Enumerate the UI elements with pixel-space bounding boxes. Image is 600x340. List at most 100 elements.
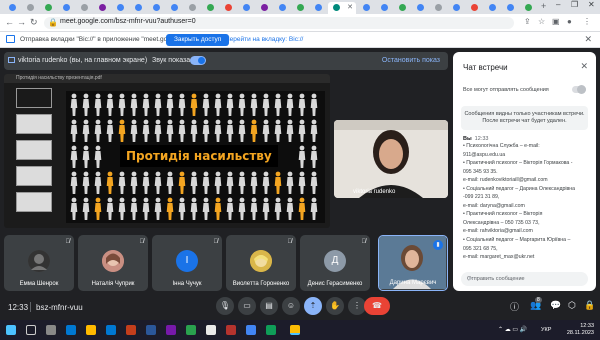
slide-thumbnail[interactable] [16,192,52,212]
participant-tile-speaking[interactable]: ▮ Дарина Марєвич [378,235,448,291]
browser-tab[interactable] [484,2,501,14]
browser-tab[interactable] [358,2,375,14]
back-icon[interactable]: ← [5,17,14,27]
browser-tab[interactable] [76,2,93,14]
extensions-icon[interactable]: ▣ [552,17,560,26]
share-sound-toggle[interactable] [190,56,206,65]
browser-tab[interactable] [40,2,57,14]
participant-tile[interactable]: 🎙̸ Наталія Чуприк [78,235,148,291]
mic-toggle-button[interactable]: 🎙 [216,297,234,315]
raise-hand-button[interactable]: ✋ [326,297,344,315]
browser-menu-icon[interactable]: ⋮ [583,17,591,26]
browser-tab[interactable] [430,2,447,14]
browser-tab[interactable] [112,2,129,14]
app-icon[interactable] [166,325,176,335]
participant-tile[interactable]: 🎙̸ І Інна Чучук [152,235,222,291]
powerpoint-icon[interactable] [126,325,136,335]
slide-thumbnail[interactable] [16,114,52,134]
participant-tile[interactable]: 🎙̸ Д Денис Герасименко [300,235,370,291]
presentation-view[interactable]: Протидія насильству презентація.pdf Прот… [4,74,330,228]
infobar-close-icon[interactable]: ✕ [584,34,592,45]
browser-tab[interactable] [238,2,255,14]
browser-tab[interactable] [220,2,237,14]
app-icon[interactable] [206,325,216,335]
browser-tab[interactable] [202,2,219,14]
leave-call-button[interactable]: ☎ [364,297,390,315]
chrome-icon[interactable] [246,325,256,335]
participant-tile[interactable]: 🎙̸ Емма Шенрок [4,235,74,291]
tab-favicon-icon [417,4,424,11]
forward-icon[interactable]: → [17,17,26,27]
windows-start-icon[interactable] [6,325,16,335]
browser-tab[interactable] [310,2,327,14]
app-icon[interactable] [266,325,276,335]
browser-tab[interactable] [130,2,147,14]
chat-icon[interactable]: 💬 [550,300,561,311]
stop-sharing-button[interactable]: Закрыть доступ [166,34,230,46]
camera-toggle-button[interactable]: ▭ [238,297,256,315]
browser-tab[interactable] [4,2,21,14]
input-language[interactable]: УКР [541,327,551,333]
slide-thumbnail[interactable] [16,88,52,108]
chat-close-icon[interactable]: ✕ [580,61,588,72]
store-icon[interactable] [106,325,116,335]
chat-permission-toggle[interactable] [572,85,586,94]
search-icon[interactable] [26,325,36,335]
send-icon[interactable]: ➤ [467,274,582,283]
participant-tile[interactable]: 🎙̸ Виолетта Гороненко [226,235,296,291]
browser-tab[interactable] [502,2,519,14]
slide-thumbnail[interactable] [16,140,52,160]
slide-thumbnail[interactable] [16,166,52,186]
chrome-active-icon[interactable] [290,325,300,335]
browser-tab[interactable] [274,2,291,14]
activities-icon[interactable]: ⬡ [568,300,576,311]
app-icon[interactable] [186,325,196,335]
minimize-icon[interactable]: – [556,0,560,9]
system-clock[interactable]: 12:33 28.11.2023 [567,323,594,337]
window-close-icon[interactable]: ✕ [588,0,595,9]
browser-tab[interactable] [394,2,411,14]
self-view-person-image [334,120,448,198]
browser-tab[interactable] [22,2,39,14]
maximize-icon[interactable]: ❐ [571,0,578,9]
file-explorer-icon[interactable] [86,325,96,335]
meeting-details-icon[interactable]: ⓘ [510,300,519,313]
task-view-icon[interactable] [46,325,56,335]
browser-tab[interactable] [376,2,393,14]
chat-notice-line: После встречи чат будет удален. [482,118,567,124]
bookmark-star-icon[interactable]: ☆ [538,17,545,26]
browser-tab[interactable] [148,2,165,14]
profile-avatar[interactable]: ● [567,17,572,26]
browser-tab[interactable] [256,2,273,14]
host-controls-icon[interactable]: 🔒 [584,300,595,311]
browser-tab[interactable] [58,2,75,14]
url-input[interactable]: 🔒 meet.google.com/bsz-mfnr-vuu?authuser=… [44,17,514,29]
reload-icon[interactable]: ↻ [30,17,38,28]
browser-tab[interactable] [466,2,483,14]
browser-tab[interactable] [292,2,309,14]
new-tab-icon[interactable]: + [541,1,546,11]
tab-close-icon[interactable]: ✕ [347,3,353,11]
captions-button[interactable]: ▤ [260,297,278,315]
browser-tab[interactable] [412,2,429,14]
stop-presenting-button[interactable]: Остановить показ [382,57,440,64]
meeting-clock: 12:33 [8,303,29,312]
edge-icon[interactable] [66,325,76,335]
chat-message-input[interactable]: Отправить сообщение ➤ [461,272,588,286]
word-icon[interactable] [146,325,156,335]
goto-tab-link[interactable]: Перейти на вкладку: Вiс:// [225,36,303,43]
browser-tab[interactable] [448,2,465,14]
meet-favicon-icon [333,4,340,11]
tab-favicon-icon [363,4,370,11]
app-icon[interactable] [226,325,236,335]
browser-tab-active[interactable]: ✕ [328,2,356,14]
tray-icons[interactable]: ⌃ ☁ ▭ 🔊 [498,326,527,333]
reactions-button[interactable]: ☺ [282,297,300,315]
browser-tab[interactable] [184,2,201,14]
share-page-icon[interactable]: ⇪ [524,17,531,26]
browser-tab[interactable] [520,2,537,14]
present-now-button[interactable]: ⇡ [304,297,322,315]
browser-tab[interactable] [94,2,111,14]
browser-tab[interactable] [166,2,183,14]
self-view-video[interactable] [334,120,448,198]
